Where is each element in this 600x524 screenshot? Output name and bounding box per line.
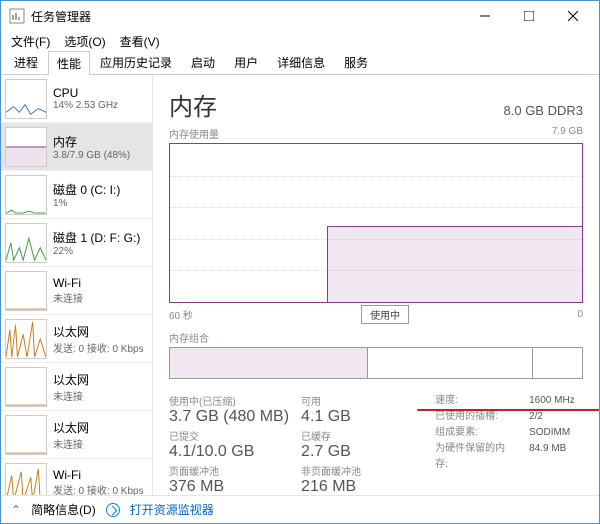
paged-label: 页面缓冲池: [169, 463, 289, 478]
sidebar-item-sub: 未连接: [53, 436, 89, 451]
cpu-sparkline-icon: [5, 79, 47, 119]
composition-label: 内存组合: [169, 330, 583, 345]
content: CPU14% 2.53 GHz 内存3.8/7.9 GB (48%) 磁盘 0 …: [1, 75, 599, 495]
window-title: 任务管理器: [31, 8, 463, 25]
net-sparkline-icon: [5, 319, 47, 359]
form-label: 组成要素:: [435, 425, 517, 441]
net-sparkline-icon: [5, 415, 47, 455]
titlebar: 任务管理器: [1, 1, 599, 31]
slots-label: 已使用的插槽:: [435, 409, 517, 425]
sidebar-item-label: 磁盘 1 (D: F: G:): [53, 229, 140, 246]
used-label: 使用中(已压缩): [169, 393, 289, 408]
tab-startup[interactable]: 启动: [182, 50, 224, 74]
sidebar-item-ethernet-1[interactable]: 以太网发送: 0 接收: 0 Kbps: [1, 315, 152, 363]
cached-value: 2.7 GB: [301, 443, 421, 461]
hw-reserved-label: 为硬件保留的内存:: [435, 441, 517, 473]
x-axis-left: 60 秒: [169, 307, 193, 322]
cached-label: 已缓存: [301, 428, 421, 443]
sidebar-item-memory[interactable]: 内存3.8/7.9 GB (48%): [1, 123, 152, 171]
menu-options[interactable]: 选项(O): [58, 31, 111, 52]
sidebar-item-label: 以太网: [53, 371, 89, 388]
tab-performance[interactable]: 性能: [48, 51, 90, 75]
sidebar-item-sub: 未连接: [53, 290, 83, 305]
close-button[interactable]: [551, 1, 595, 31]
sidebar-item-ethernet-2[interactable]: 以太网未连接: [1, 363, 152, 411]
nonpaged-value: 216 MB: [301, 478, 421, 495]
speed-value: 1600 MHz: [529, 393, 575, 409]
stats-block: 使用中(已压缩) 3.7 GB (480 MB) 可用 4.1 GB 已提交 4…: [169, 393, 583, 495]
avail-value: 4.1 GB: [301, 408, 421, 426]
sidebar-item-sub: 22%: [53, 246, 140, 257]
sidebar-item-label: 以太网: [53, 419, 89, 436]
sidebar-item-sub: 未连接: [53, 388, 89, 403]
usage-tag: 使用中: [361, 305, 409, 324]
sidebar-item-sub: 3.8/7.9 GB (48%): [53, 150, 130, 161]
app-icon: [9, 8, 25, 24]
sidebar-item-label: 磁盘 0 (C: I:): [53, 181, 120, 198]
brief-info-button[interactable]: 简略信息(D): [31, 501, 96, 518]
sidebar-item-wifi-1[interactable]: Wi-Fi未连接: [1, 267, 152, 315]
disk-sparkline-icon: [5, 175, 47, 215]
maximize-button[interactable]: [507, 1, 551, 31]
sidebar-item-label: 内存: [53, 133, 130, 150]
tab-users[interactable]: 用户: [225, 50, 267, 74]
tabbar: 进程 性能 应用历史记录 启动 用户 详细信息 服务: [1, 51, 599, 75]
tab-processes[interactable]: 进程: [5, 50, 47, 74]
disk-sparkline-icon: [5, 223, 47, 263]
memory-sparkline-icon: [5, 127, 47, 167]
sidebar-item-label: Wi-Fi: [53, 468, 144, 482]
sidebar-item-disk1[interactable]: 磁盘 1 (D: F: G:)22%: [1, 219, 152, 267]
nonpaged-label: 非页面缓冲池: [301, 463, 421, 478]
tab-app-history[interactable]: 应用历史记录: [91, 50, 181, 74]
footer: ⌃ 简略信息(D) 打开资源监视器: [1, 495, 599, 523]
menu-file[interactable]: 文件(F): [5, 31, 56, 52]
menubar: 文件(F) 选项(O) 查看(V): [1, 31, 599, 51]
paged-value: 376 MB: [169, 478, 289, 495]
sidebar: CPU14% 2.53 GHz 内存3.8/7.9 GB (48%) 磁盘 0 …: [1, 75, 153, 495]
sidebar-item-label: 以太网: [53, 323, 144, 340]
page-title: 内存: [169, 87, 217, 122]
memory-usage-chart[interactable]: [169, 143, 583, 303]
avail-label: 可用: [301, 393, 421, 408]
hw-reserved-value: 84.9 MB: [529, 441, 566, 473]
tab-details[interactable]: 详细信息: [268, 50, 334, 74]
memory-spec: 8.0 GB DDR3: [504, 103, 583, 118]
memory-composition-bar[interactable]: [169, 347, 583, 379]
x-axis-right: 0: [577, 309, 583, 320]
net-sparkline-icon: [5, 463, 47, 495]
form-value: SODIMM: [529, 425, 570, 441]
sidebar-item-sub: 14% 2.53 GHz: [53, 100, 118, 111]
sidebar-item-label: Wi-Fi: [53, 276, 83, 290]
sidebar-item-label: CPU: [53, 86, 118, 100]
tab-services[interactable]: 服务: [335, 50, 377, 74]
menu-view[interactable]: 查看(V): [114, 31, 166, 52]
sidebar-item-disk0[interactable]: 磁盘 0 (C: I:)1%: [1, 171, 152, 219]
sidebar-item-ethernet-3[interactable]: 以太网未连接: [1, 411, 152, 459]
speed-label: 速度:: [435, 393, 517, 409]
sidebar-item-sub: 发送: 0 接收: 0 Kbps: [53, 482, 144, 495]
minimize-button[interactable]: [463, 1, 507, 31]
chevron-up-icon[interactable]: ⌃: [11, 503, 21, 517]
sidebar-item-sub: 1%: [53, 198, 120, 209]
used-value: 3.7 GB (480 MB): [169, 408, 289, 426]
resource-monitor-icon: [106, 503, 120, 517]
main-panel: 内存 8.0 GB DDR3 内存使用量 7.9 GB 60 秒 使用中 0 内…: [153, 75, 599, 495]
sidebar-item-sub: 发送: 0 接收: 0 Kbps: [53, 340, 144, 355]
commit-label: 已提交: [169, 428, 289, 443]
commit-value: 4.1/10.0 GB: [169, 443, 289, 461]
sidebar-item-cpu[interactable]: CPU14% 2.53 GHz: [1, 75, 152, 123]
usage-chart-max: 7.9 GB: [552, 126, 583, 141]
open-resource-monitor-link[interactable]: 打开资源监视器: [130, 501, 214, 518]
sidebar-item-wifi-2[interactable]: Wi-Fi发送: 0 接收: 0 Kbps: [1, 459, 152, 495]
net-sparkline-icon: [5, 271, 47, 311]
slots-value: 2/2: [529, 409, 543, 425]
net-sparkline-icon: [5, 367, 47, 407]
usage-chart-label: 内存使用量: [169, 126, 219, 141]
